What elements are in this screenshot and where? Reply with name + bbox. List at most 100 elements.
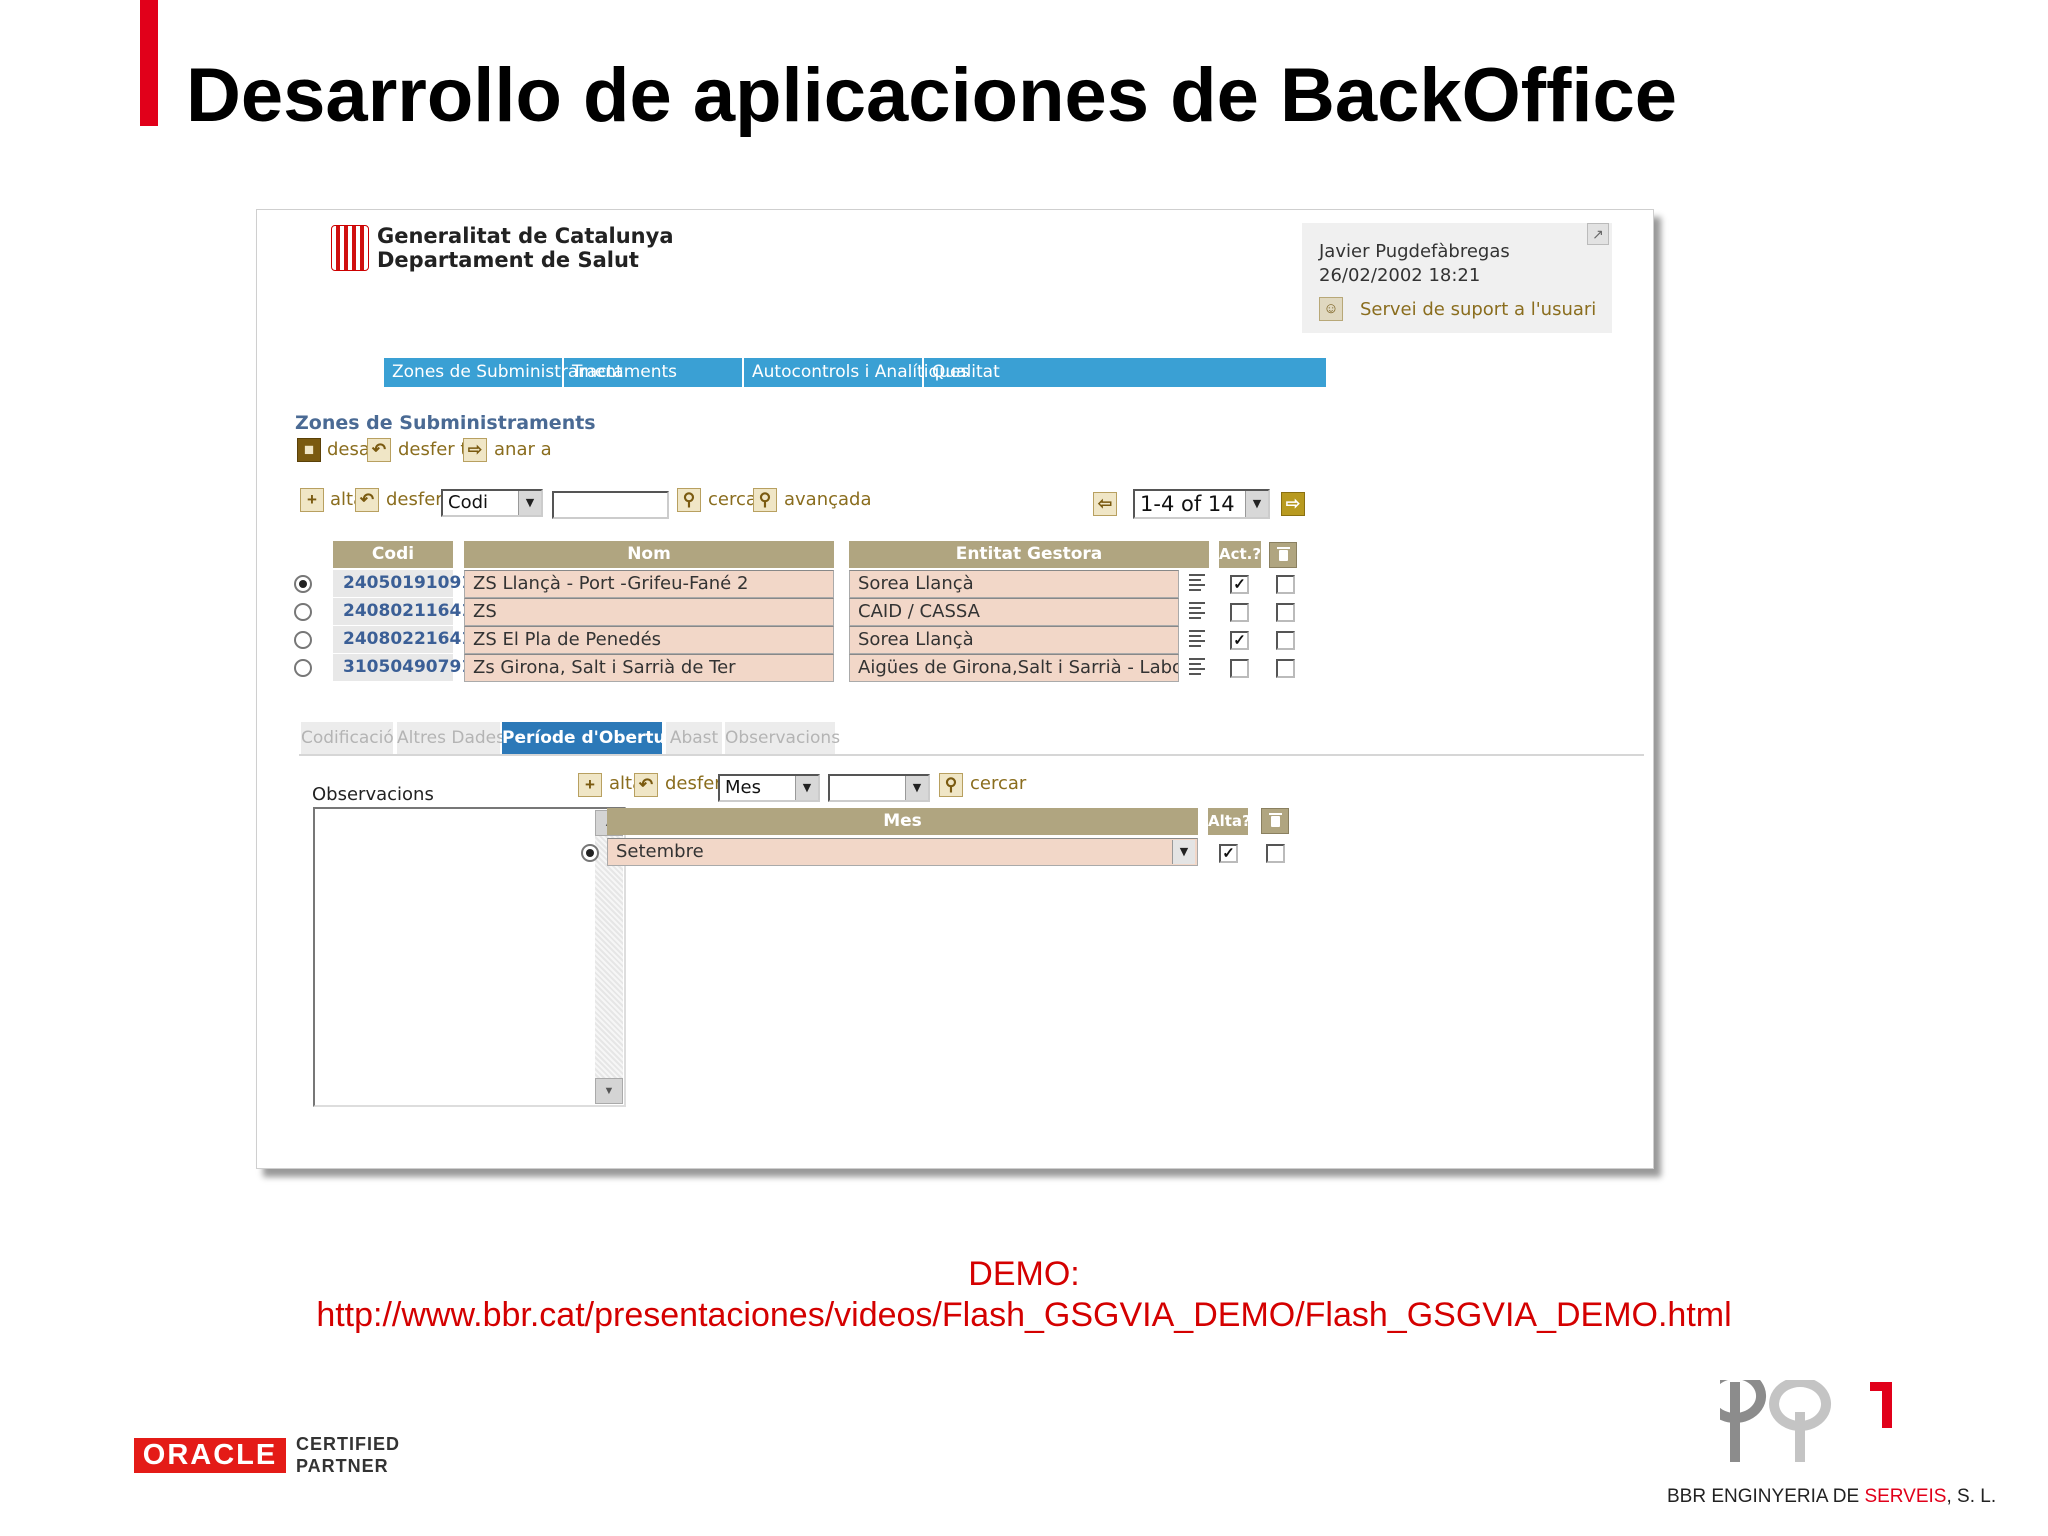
list-lookup-icon[interactable] bbox=[1187, 599, 1209, 623]
org-name: Generalitat de Catalunya bbox=[377, 224, 674, 248]
delete-checkbox[interactable] bbox=[1276, 659, 1295, 678]
bbr-name-part: BBR ENGINYERIA DE bbox=[1667, 1486, 1865, 1507]
header-entitat: Entitat Gestora bbox=[849, 541, 1209, 568]
row-codi[interactable]: 2405019109101 bbox=[333, 570, 497, 597]
pagination-value: 1-4 of 14 bbox=[1140, 492, 1235, 516]
sub-delete-checkbox[interactable] bbox=[1266, 844, 1285, 863]
undo-icon[interactable]: ↶ bbox=[355, 488, 379, 512]
department-name: Departament de Salut bbox=[377, 248, 639, 272]
oracle-logo: ORACLE bbox=[134, 1438, 286, 1473]
delete-column-icon[interactable] bbox=[1261, 808, 1289, 834]
sub-row-select-radio[interactable] bbox=[581, 844, 599, 862]
add-icon[interactable]: + bbox=[578, 773, 602, 797]
chevron-down-icon: ▼ bbox=[905, 776, 928, 800]
expand-icon[interactable]: ↗ bbox=[1587, 223, 1609, 245]
row-entitat-field[interactable]: Sorea Llançà bbox=[849, 570, 1179, 598]
row-entitat-field[interactable]: Aigües de Girona,Salt i Sarrià - Laborat… bbox=[849, 654, 1179, 682]
month-select-value: Setembre bbox=[616, 841, 704, 862]
chevron-down-icon: ▼ bbox=[518, 491, 541, 515]
list-lookup-icon[interactable] bbox=[1187, 627, 1209, 651]
row-codi[interactable]: 2408022164101 bbox=[333, 626, 497, 653]
pagination-select[interactable]: 1-4 of 14 ▼ bbox=[1133, 489, 1270, 519]
row-select-radio[interactable] bbox=[294, 575, 312, 593]
scroll-down-icon[interactable]: ▼ bbox=[595, 1078, 623, 1104]
bbr-name-highlight: SERVEIS bbox=[1864, 1486, 1947, 1507]
slide-title: Desarrollo de aplicaciones de BackOffice bbox=[186, 53, 1678, 138]
search-field-select[interactable]: Codi ▼ bbox=[441, 489, 543, 517]
next-page-icon[interactable]: ⇨ bbox=[1281, 492, 1305, 516]
row-entitat-field[interactable]: Sorea Llançà bbox=[849, 626, 1179, 654]
row-nom-field[interactable]: ZS El Pla de Penedés bbox=[464, 626, 834, 654]
goto-button[interactable]: anar a bbox=[494, 439, 552, 460]
demo-url-link[interactable]: http://www.bbr.cat/presentaciones/videos… bbox=[0, 1296, 2048, 1335]
list-lookup-icon[interactable] bbox=[1187, 655, 1209, 679]
sub-field-select[interactable]: Mes ▼ bbox=[718, 774, 820, 802]
delete-checkbox[interactable] bbox=[1276, 575, 1295, 594]
list-lookup-icon[interactable] bbox=[1187, 571, 1209, 595]
advanced-search-icon[interactable]: ⚲ bbox=[753, 488, 777, 512]
chevron-down-icon: ▼ bbox=[1172, 840, 1195, 864]
prev-page-icon[interactable]: ⇦ bbox=[1093, 492, 1117, 516]
row-select-radio[interactable] bbox=[294, 603, 312, 621]
header-mes: Mes bbox=[607, 808, 1198, 835]
delete-checkbox[interactable] bbox=[1276, 631, 1295, 650]
delete-checkbox[interactable] bbox=[1276, 603, 1295, 622]
tab-periode-obertura[interactable]: Període d'Obertura bbox=[502, 722, 686, 754]
advanced-search-button[interactable]: avançada bbox=[784, 489, 872, 510]
header-nom: Nom bbox=[464, 541, 834, 568]
row-codi[interactable]: 3105049079101 bbox=[333, 654, 497, 681]
row-entitat-field[interactable]: CAID / CASSA bbox=[849, 598, 1179, 626]
delete-column-icon[interactable] bbox=[1269, 542, 1297, 568]
search-field-select-value: Codi bbox=[448, 492, 489, 513]
row-select-radio[interactable] bbox=[294, 631, 312, 649]
sub-value-select[interactable]: ▼ bbox=[828, 774, 930, 802]
undo-all-icon[interactable]: ↶ bbox=[367, 438, 391, 462]
tab-codificacio[interactable]: Codificació bbox=[301, 722, 394, 754]
chevron-down-icon: ▼ bbox=[1245, 491, 1268, 517]
save-icon[interactable]: ■ bbox=[297, 438, 321, 462]
add-icon[interactable]: + bbox=[300, 488, 324, 512]
support-link[interactable]: Servei de suport a l'usuari bbox=[1360, 299, 1596, 320]
active-checkbox[interactable]: ✓ bbox=[1230, 575, 1249, 594]
sub-undo-button[interactable]: desfer bbox=[665, 773, 722, 794]
title-accent-bar bbox=[140, 0, 158, 126]
month-select[interactable]: Setembre ▼ bbox=[607, 838, 1198, 866]
nav-autocontrols[interactable]: Autocontrols i Analítiques bbox=[744, 358, 969, 387]
bbr-name-part: , S. L. bbox=[1946, 1486, 1997, 1507]
tab-abast[interactable]: Abast bbox=[666, 722, 722, 754]
tab-divider bbox=[299, 754, 1644, 756]
bbr-logo-icon bbox=[1720, 1380, 1892, 1462]
active-checkbox[interactable] bbox=[1230, 659, 1249, 678]
support-user-icon[interactable]: ☺ bbox=[1319, 297, 1343, 321]
tab-observacions[interactable]: Observacions bbox=[725, 722, 840, 754]
alta-checkbox[interactable]: ✓ bbox=[1219, 844, 1238, 863]
nav-zones-subministrament[interactable]: Zones de Subministrament bbox=[384, 358, 623, 387]
row-codi[interactable]: 2408021164101 bbox=[333, 598, 497, 625]
generalitat-logo-icon bbox=[331, 225, 369, 271]
undo-button[interactable]: desfer bbox=[386, 489, 443, 510]
nav-qualitat[interactable]: Qualitat bbox=[924, 358, 1104, 387]
header-codi: Codi bbox=[333, 541, 453, 568]
active-checkbox[interactable] bbox=[1230, 603, 1249, 622]
row-select-radio[interactable] bbox=[294, 659, 312, 677]
nav-tractaments[interactable]: Tractaments bbox=[564, 358, 744, 387]
sub-search-button[interactable]: cercar bbox=[970, 773, 1026, 794]
row-nom-field[interactable]: Zs Girona, Salt i Sarrià de Ter bbox=[464, 654, 834, 682]
section-title: Zones de Subministraments bbox=[295, 412, 596, 434]
oracle-certified-text: CERTIFIED bbox=[296, 1434, 401, 1454]
tab-altres-dades[interactable]: Altres Dades bbox=[397, 722, 505, 754]
user-name: Javier Pugdefàbregas bbox=[1319, 241, 1510, 262]
goto-icon[interactable]: ⇨ bbox=[463, 438, 487, 462]
sub-field-select-value: Mes bbox=[725, 777, 761, 798]
search-input[interactable] bbox=[552, 491, 669, 519]
search-icon[interactable]: ⚲ bbox=[677, 488, 701, 512]
observations-textarea[interactable] bbox=[313, 807, 626, 1107]
active-checkbox[interactable]: ✓ bbox=[1230, 631, 1249, 650]
header-act: Act.? bbox=[1219, 541, 1261, 568]
row-nom-field[interactable]: ZS Llançà - Port -Grifeu-Fané 2 bbox=[464, 570, 834, 598]
search-icon[interactable]: ⚲ bbox=[939, 773, 963, 797]
row-nom-field[interactable]: ZS bbox=[464, 598, 834, 626]
undo-icon[interactable]: ↶ bbox=[634, 773, 658, 797]
chevron-down-icon: ▼ bbox=[795, 776, 818, 800]
bbr-company-name: BBR ENGINYERIA DE SERVEIS, S. L. bbox=[1667, 1486, 1996, 1508]
